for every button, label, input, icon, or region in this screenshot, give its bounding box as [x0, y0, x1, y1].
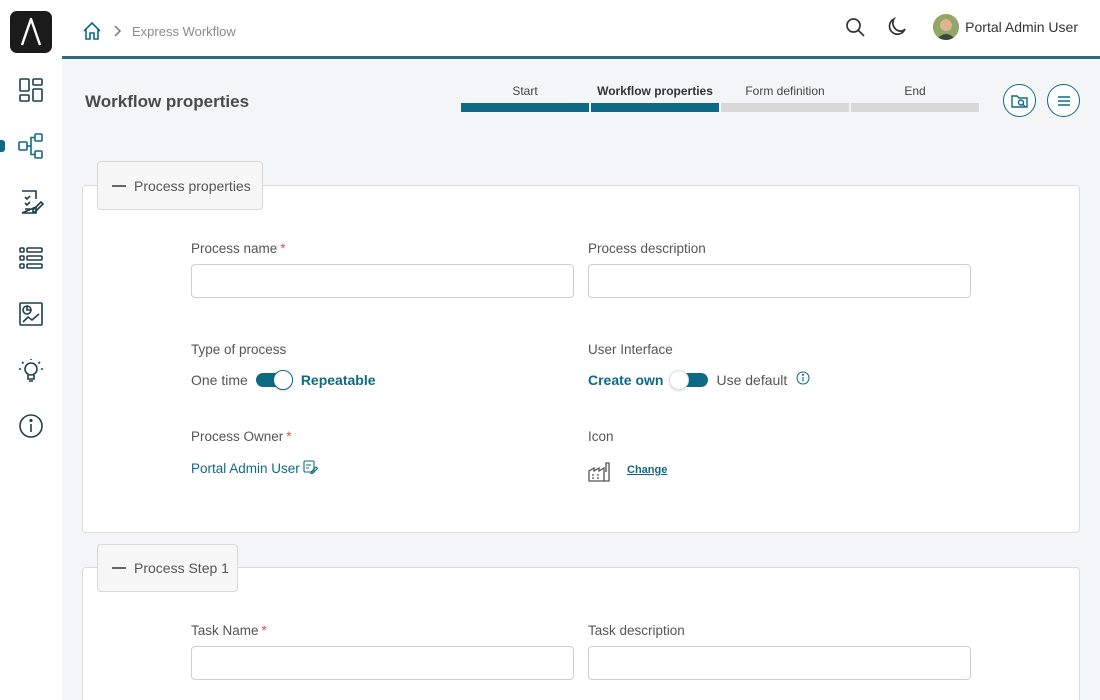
process-step-title: Process Step 1	[134, 560, 229, 576]
step-progress-bar	[851, 103, 979, 112]
collapse-icon	[112, 184, 126, 187]
step-progress-bar	[461, 103, 589, 112]
type-of-process-switch: One time Repeatable	[191, 370, 376, 390]
process-name-input[interactable]	[191, 264, 574, 298]
menu-button[interactable]	[1047, 84, 1080, 117]
sidebar-item-list[interactable]	[0, 238, 62, 278]
list-icon	[19, 247, 43, 269]
task-description-label: Task description	[588, 623, 685, 638]
step-label: Start	[512, 84, 538, 98]
sidebar-item-dashboard[interactable]	[0, 70, 62, 110]
home-icon[interactable]	[82, 21, 102, 41]
moon-icon	[888, 17, 906, 35]
step-label: Form definition	[745, 84, 825, 98]
search-icon	[846, 18, 865, 37]
step-label: Workflow properties	[597, 84, 713, 98]
task-name-input[interactable]	[191, 646, 574, 680]
breadcrumb-current: Express Workflow	[132, 23, 236, 39]
dashboard-icon	[19, 78, 43, 102]
type-of-process-toggle[interactable]	[255, 370, 293, 390]
top-header: Express Workflow Portal Admin User	[62, 0, 1100, 59]
collapse-icon	[112, 567, 126, 569]
process-owner-link[interactable]: Portal Admin User	[191, 460, 318, 476]
sidebar-item-workflow[interactable]	[0, 126, 62, 166]
preview-button[interactable]	[1003, 84, 1036, 117]
user-interface-switch: Create own Use default	[588, 370, 810, 390]
process-step-collapse-tab[interactable]: Process Step 1	[97, 544, 238, 592]
step-form-definition[interactable]: Form definition	[721, 83, 849, 112]
logo-icon	[20, 17, 42, 46]
step-start[interactable]: Start	[461, 83, 589, 112]
factory-icon	[588, 462, 610, 482]
sidebar	[0, 0, 62, 700]
step-progress-bar	[721, 103, 849, 112]
process-description-label: Process description	[588, 241, 706, 256]
step-workflow-properties[interactable]: Workflow properties	[591, 83, 719, 112]
chevron-right-icon	[114, 25, 122, 37]
user-avatar-icon	[933, 14, 960, 40]
sidebar-item-reports[interactable]	[0, 294, 62, 334]
sidebar-item-tasks[interactable]	[0, 182, 62, 222]
avatar[interactable]	[933, 14, 960, 40]
process-owner-value: Portal Admin User	[191, 461, 300, 476]
breadcrumb: Express Workflow	[82, 21, 236, 41]
type-option-repeatable[interactable]: Repeatable	[301, 372, 376, 388]
info-icon	[19, 414, 43, 438]
header-actions: Portal Admin User	[843, 14, 1078, 40]
change-icon-link[interactable]: Change	[627, 464, 667, 476]
app-logo[interactable]	[10, 11, 52, 53]
step-label: End	[904, 84, 926, 98]
process-properties-title: Process properties	[134, 177, 251, 194]
ui-option-create-own[interactable]: Create own	[588, 372, 663, 388]
info-icon[interactable]	[796, 370, 810, 385]
ui-option-use-default[interactable]: Use default	[716, 372, 787, 388]
type-option-one-time[interactable]: One time	[191, 372, 248, 388]
task-name-label: Task Name *	[191, 623, 267, 638]
user-name[interactable]: Portal Admin User	[965, 19, 1078, 35]
toggle-knob	[669, 370, 690, 390]
sidebar-item-ideas[interactable]	[0, 350, 62, 390]
report-chart-icon	[19, 302, 43, 326]
toggle-knob	[272, 370, 293, 390]
page-title: Workflow properties	[85, 92, 250, 111]
edit-user-icon	[303, 460, 318, 474]
step-end[interactable]: End	[851, 83, 979, 112]
type-of-process-label: Type of process	[191, 342, 287, 357]
icon-label: Icon	[588, 429, 614, 444]
search-button[interactable]	[843, 15, 867, 39]
task-description-input[interactable]	[588, 646, 971, 680]
checklist-edit-icon	[21, 190, 44, 214]
user-interface-label: User Interface	[588, 342, 673, 357]
process-properties-collapse-tab[interactable]: Process properties	[97, 161, 263, 210]
process-properties-panel: Process name * Process description Type o…	[82, 185, 1080, 533]
process-owner-label: Process Owner *	[191, 429, 292, 444]
wizard-stepper: Start Workflow properties Form definitio…	[461, 83, 979, 112]
workflow-icon	[18, 133, 43, 159]
lightbulb-icon	[19, 359, 43, 382]
dark-mode-toggle[interactable]	[885, 15, 909, 39]
user-interface-toggle[interactable]	[669, 370, 709, 390]
process-name-label: Process name *	[191, 241, 286, 256]
sidebar-item-info[interactable]	[0, 406, 62, 446]
step-progress-bar	[591, 103, 719, 112]
folder-search-icon	[1010, 94, 1028, 108]
process-description-input[interactable]	[588, 264, 971, 298]
active-indicator	[0, 140, 5, 152]
hamburger-menu-icon	[1057, 95, 1070, 106]
